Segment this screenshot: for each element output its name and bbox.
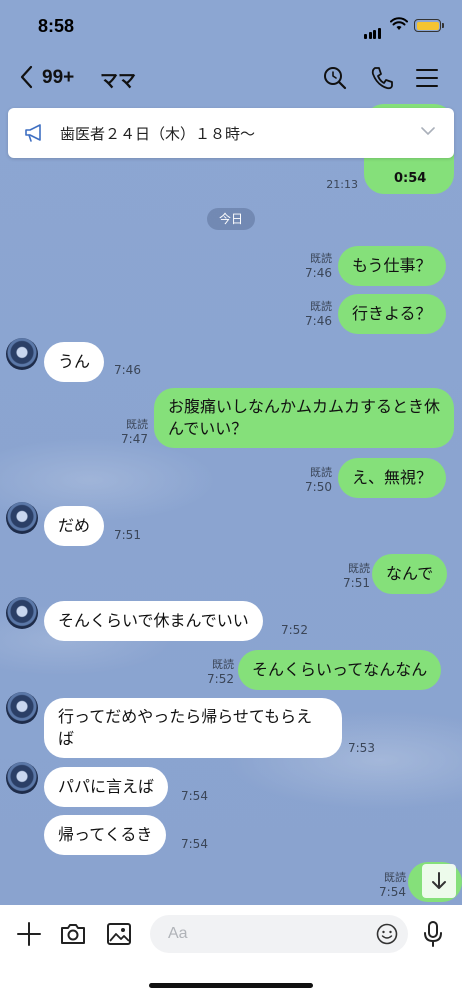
message-bubble[interactable]: だめ <box>44 506 105 546</box>
message-time: 7:46 <box>305 314 332 328</box>
message-time: 7:51 <box>343 576 370 590</box>
message-bubble[interactable]: え、無視？ <box>338 458 447 498</box>
message-input[interactable]: Aa <box>150 915 408 953</box>
message-bubble[interactable]: パパに言えば <box>44 767 169 807</box>
avatar[interactable] <box>6 762 38 794</box>
message-bubble[interactable]: そんくらいで休まんでいい <box>44 601 263 641</box>
message-meta: 既読 7:51 <box>334 562 370 590</box>
message-time: 21:13 <box>326 178 358 191</box>
plus-icon[interactable] <box>14 919 44 949</box>
message-bubble[interactable]: 行ってだめやったら帰らせてもらえば <box>44 698 342 758</box>
home-indicator <box>149 983 313 988</box>
message-bubble[interactable]: 行きよる？ <box>338 294 446 334</box>
announcement-text: 歯医者２４日（木）１８時〜 <box>60 125 256 143</box>
message-bubble[interactable]: うん <box>44 342 105 382</box>
camera-icon[interactable] <box>58 919 88 949</box>
message-time: 7:54 <box>181 789 208 803</box>
message-time: 7:51 <box>114 528 141 542</box>
message-meta: 既読 7:47 <box>112 418 148 446</box>
message-time: 7:53 <box>348 741 375 755</box>
message-time: 7:46 <box>305 266 332 280</box>
message-meta: 既読 7:46 <box>296 300 332 328</box>
message-bubble[interactable]: なんで <box>372 554 448 594</box>
image-icon[interactable] <box>104 919 134 949</box>
avatar[interactable] <box>6 502 38 534</box>
message-bubble[interactable]: そんくらいってなんなん <box>238 650 442 690</box>
arrow-down-icon[interactable] <box>422 864 456 898</box>
megaphone-icon <box>25 124 41 142</box>
message-bubble[interactable]: 帰ってくるき <box>44 815 167 855</box>
message-meta: 既読 7:50 <box>296 466 332 494</box>
message-time: 7:54 <box>181 837 208 851</box>
read-receipt: 既読 <box>126 418 148 431</box>
message-meta: 既読 7:52 <box>198 658 234 686</box>
message-bubble[interactable]: もう仕事？ <box>338 246 446 286</box>
message-time: 7:54 <box>379 885 406 899</box>
read-receipt: 既読 <box>348 562 370 575</box>
message-time: 7:46 <box>114 363 141 377</box>
message-bubble[interactable]: お腹痛いしなんかムカムカするとき休んでいい？ <box>154 388 454 448</box>
avatar[interactable] <box>6 338 38 370</box>
message-meta: 既読 7:54 <box>370 871 406 899</box>
message-time: 7:50 <box>305 480 332 494</box>
read-receipt: 既読 <box>310 466 332 479</box>
call-duration: 0:54 <box>394 171 427 186</box>
avatar[interactable] <box>6 597 38 629</box>
emoji-icon[interactable] <box>376 923 398 945</box>
message-input-placeholder: Aa <box>168 925 188 942</box>
message-meta: 既読 7:46 <box>296 252 332 280</box>
microphone-icon[interactable] <box>418 919 448 949</box>
read-receipt: 既読 <box>310 252 332 265</box>
message-time: 7:52 <box>281 623 308 637</box>
avatar[interactable] <box>6 692 38 724</box>
read-receipt: 既読 <box>310 300 332 313</box>
announcement-bar[interactable]: 歯医者２４日（木）１８時〜 <box>8 108 454 158</box>
date-separator: 今日 <box>207 208 255 230</box>
read-receipt: 既読 <box>212 658 234 671</box>
message-time: 7:52 <box>207 672 234 686</box>
chevron-down-icon[interactable] <box>420 126 436 136</box>
message-time: 7:47 <box>121 432 148 446</box>
read-receipt: 既読 <box>384 871 406 884</box>
